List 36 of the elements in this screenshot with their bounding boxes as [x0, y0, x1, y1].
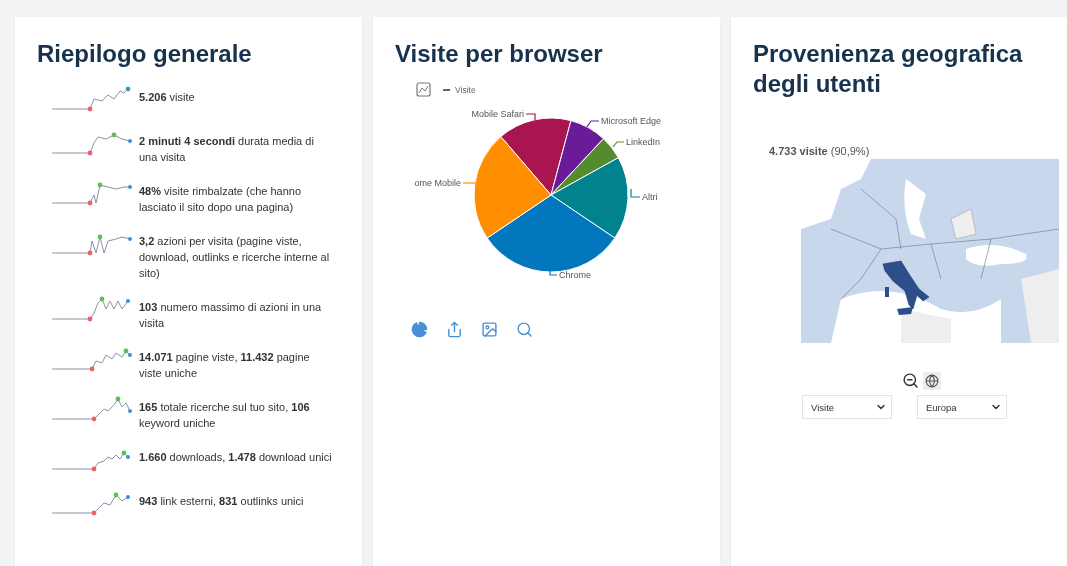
leader-line — [525, 113, 536, 121]
leader-line — [612, 141, 625, 148]
globe-button[interactable] — [922, 372, 941, 390]
slice-label: Microsoft Edge — [601, 116, 662, 126]
map-visits-label: 4.733 visite (90,9%) — [769, 145, 870, 157]
export-icon[interactable] — [446, 321, 463, 338]
metric-text: 2 minuti 4 secondi durata media di una visita — [139, 134, 315, 165]
pie-chart-icon[interactable] — [411, 321, 428, 338]
metric-text: 103 numero massimo di azioni in una visita — [139, 300, 323, 331]
legend-line — [442, 89, 451, 91]
region-select[interactable]: Europa — [917, 395, 1007, 419]
slice-label: Mobile Safari — [471, 109, 524, 119]
card-title: Riepilogo generale — [37, 39, 253, 69]
slice-label: LinkedIn — [626, 137, 661, 147]
metric-text: 1.660 downloads, 1.478 download unici — [139, 450, 333, 465]
zoom-out-icon[interactable] — [901, 372, 919, 389]
chart-type-icon[interactable] — [416, 82, 431, 97]
metric-text: 48% visite rimbalzate (che hanno lasciato il sito dopo una pagina) — [139, 184, 303, 215]
metric-select[interactable]: Visite — [802, 395, 892, 419]
image-icon[interactable] — [481, 321, 498, 338]
card-title: Visite per browser — [395, 39, 604, 69]
metric-text: 5.206 visite — [139, 90, 196, 105]
leader-line — [462, 182, 478, 184]
metric-text: 943 link esterni, 831 outlinks unici — [139, 494, 305, 509]
legend-label: Visite — [455, 85, 476, 95]
metric-text: 3,2 azioni per visita (pagine viste, download, outlinks e ricerche interne al sito) — [139, 234, 331, 281]
search-icon[interactable] — [516, 321, 533, 338]
card-title: Provenienza geografica degli utenti — [753, 39, 1024, 99]
globe-icon — [924, 374, 939, 388]
metric-text: 14.071 pagine viste, 11.432 pagine viste uniche — [139, 350, 311, 381]
slice-label: ome Mobile — [414, 178, 461, 188]
slice-label: Altri — [642, 192, 658, 202]
metric-text: 165 totale ricerche sul tuo sito, 106 keyword uniche — [139, 400, 311, 431]
slice-label: Chrome — [559, 270, 591, 280]
leader-line — [630, 188, 641, 198]
leader-line — [586, 120, 600, 128]
